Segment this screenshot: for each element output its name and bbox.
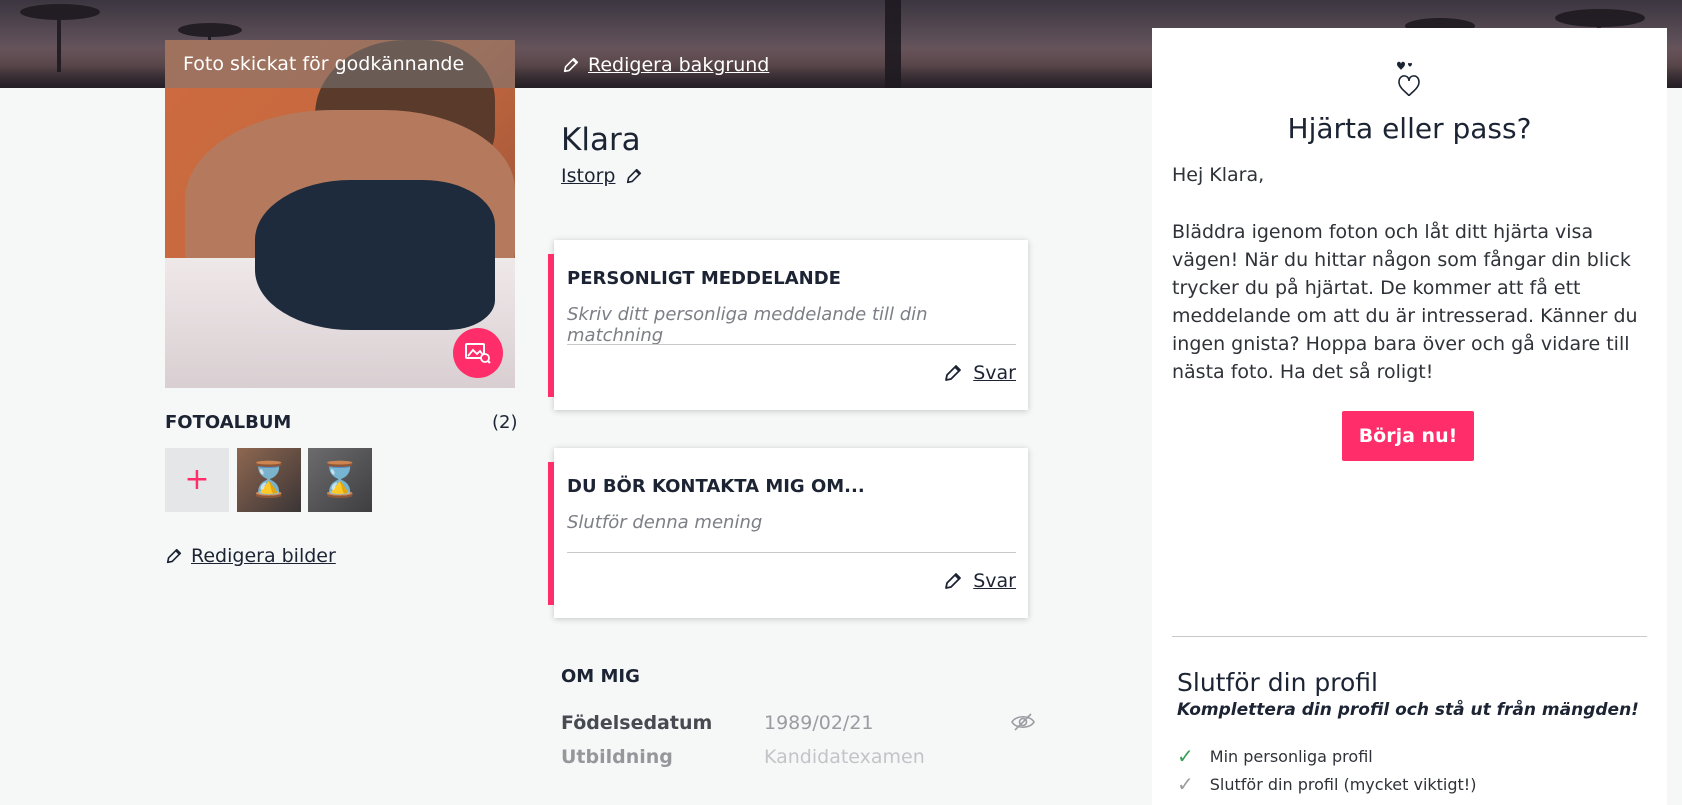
check-icon: ✓	[1177, 772, 1194, 796]
card-accent	[548, 462, 554, 605]
pencil-icon[interactable]	[625, 167, 643, 185]
hourglass-icon: ⌛	[247, 460, 291, 500]
row-value: 1989/02/21	[764, 712, 874, 734]
contact-me-placeholder[interactable]: Slutför denna mening	[567, 512, 762, 533]
panel-greeting: Hej Klara,	[1172, 164, 1265, 186]
add-photo-button[interactable]: +	[165, 448, 229, 512]
start-now-button[interactable]: Börja nu!	[1342, 411, 1474, 461]
card-accent	[548, 254, 554, 397]
pencil-icon	[945, 365, 962, 381]
personal-message-card: PERSONLIGT MEDDELANDE Skriv ditt personl…	[548, 240, 1028, 410]
reply-label: Svar	[973, 570, 1016, 592]
photo-album-title: FOTOALBUM	[165, 412, 292, 433]
profile-name: Klara	[561, 122, 641, 158]
reply-label: Svar	[973, 362, 1016, 384]
card-title: DU BÖR KONTAKTA MIG OM...	[567, 476, 865, 497]
card-title: PERSONLIGT MEDDELANDE	[567, 268, 841, 289]
album-thumbnail[interactable]: ⌛	[308, 448, 372, 512]
pencil-icon	[945, 573, 962, 589]
change-photo-button[interactable]	[453, 328, 503, 378]
eye-hidden-icon[interactable]	[1010, 712, 1036, 732]
about-me-title: OM MIG	[561, 666, 640, 687]
pencil-icon	[563, 57, 579, 73]
hourglass-icon: ⌛	[318, 460, 362, 500]
reply-button[interactable]: Svar	[943, 362, 1016, 384]
checklist-item[interactable]: ✓ Slutför din profil (mycket viktigt!)	[1177, 772, 1476, 796]
edit-photos-label: Redigera bilder	[191, 545, 336, 567]
edit-background-link[interactable]: Redigera bakgrund	[562, 54, 769, 76]
panel-title: Hjärta eller pass?	[1287, 112, 1532, 145]
check-icon: ✓	[1177, 744, 1194, 768]
complete-profile-title: Slutför din profil	[1177, 668, 1378, 697]
profile-photo[interactable]: Foto skickat för godkännande	[165, 40, 515, 388]
edit-background-label: Redigera bakgrund	[588, 54, 770, 76]
row-value: Kandidatexamen	[764, 746, 925, 768]
complete-profile-subtitle: Komplettera din profil och stå ut från m…	[1177, 700, 1639, 720]
checklist-item[interactable]: ✓ Min personliga profil	[1177, 744, 1373, 768]
contact-me-if-card: DU BÖR KONTAKTA MIG OM... Slutför denna …	[548, 448, 1028, 618]
image-edit-icon	[465, 343, 491, 364]
photo-pending-banner: Foto skickat för godkännande	[165, 40, 515, 88]
city-link[interactable]: Istorp	[561, 165, 615, 187]
edit-photos-link[interactable]: Redigera bilder	[165, 545, 336, 567]
pencil-icon	[166, 548, 182, 564]
row-label: Födelsedatum	[561, 712, 713, 734]
panel-body-text: Bläddra igenom foton och låt ditt hjärta…	[1172, 221, 1638, 383]
checklist-label: Min personliga profil	[1209, 746, 1373, 766]
album-thumbnail[interactable]: ⌛	[237, 448, 301, 512]
reply-button[interactable]: Svar	[943, 570, 1016, 592]
personal-message-placeholder[interactable]: Skriv ditt personliga meddelande till di…	[567, 304, 1028, 346]
photo-album-count: (2)	[492, 412, 518, 433]
row-label: Utbildning	[561, 746, 673, 768]
checklist-label: Slutför din profil (mycket viktigt!)	[1209, 774, 1477, 794]
hearts-icon	[1397, 61, 1420, 97]
heart-or-pass-panel: Hjärta eller pass? Hej Klara, Bläddra ig…	[1152, 28, 1667, 805]
profile-city[interactable]: Istorp	[561, 165, 643, 187]
